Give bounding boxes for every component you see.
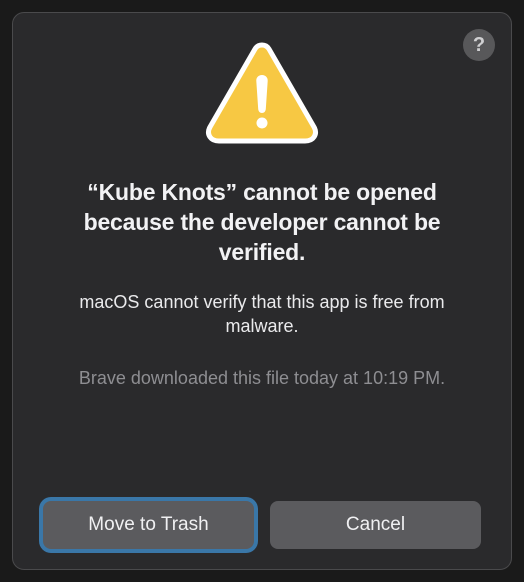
move-to-trash-button[interactable]: Move to Trash xyxy=(43,501,254,549)
download-info: Brave downloaded this file today at 10:1… xyxy=(79,366,445,390)
gatekeeper-dialog: ? “Kube Knots” cannot be opened because … xyxy=(12,12,512,570)
help-button[interactable]: ? xyxy=(463,29,495,61)
dialog-subtitle: macOS cannot verify that this app is fre… xyxy=(43,290,481,339)
dialog-title: “Kube Knots” cannot be opened because th… xyxy=(43,178,481,268)
help-icon: ? xyxy=(473,34,485,57)
cancel-button[interactable]: Cancel xyxy=(270,501,481,549)
button-row: Move to Trash Cancel xyxy=(43,501,481,549)
warning-icon xyxy=(204,41,320,150)
